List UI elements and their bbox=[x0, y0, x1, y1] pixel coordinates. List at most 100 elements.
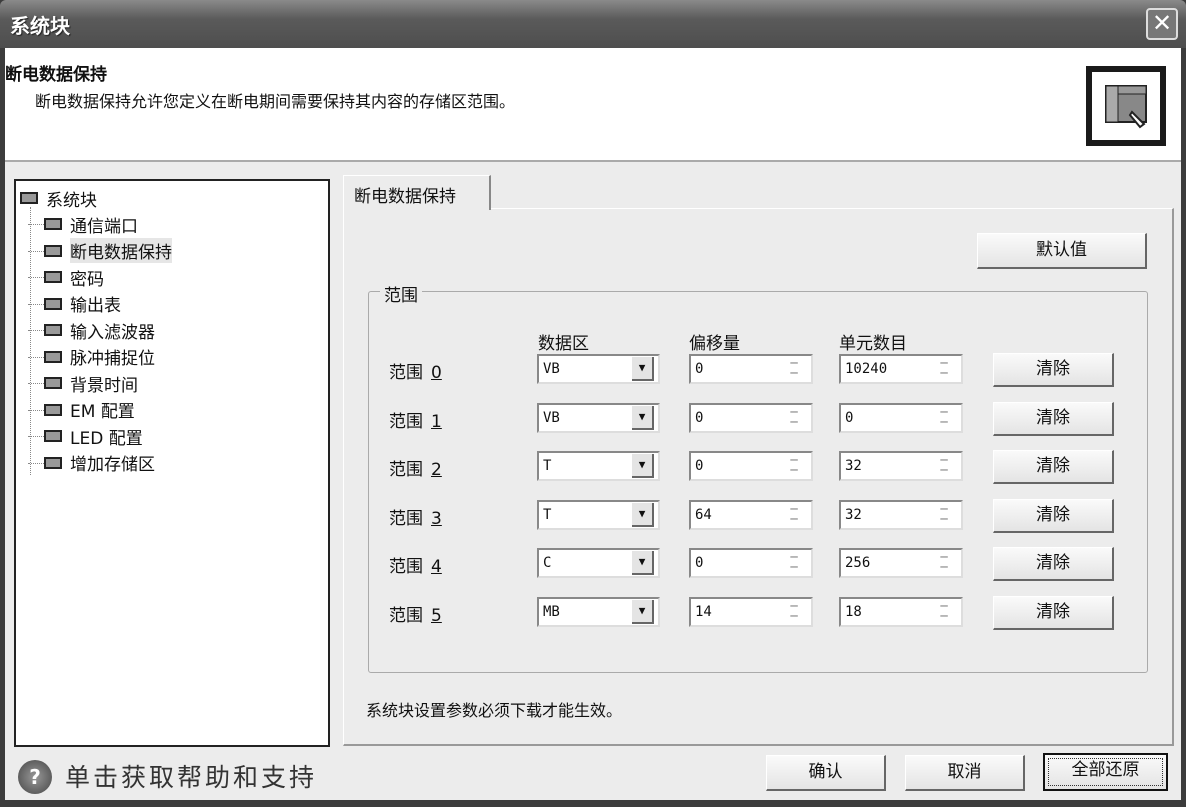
count-stepper[interactable]: 32 ─ ─ bbox=[839, 451, 963, 482]
tree-item[interactable]: 背景时间 bbox=[28, 370, 138, 396]
group-label: 范围 bbox=[380, 281, 422, 306]
spin-icon[interactable]: ─ ─ bbox=[781, 551, 807, 574]
data-area-select[interactable]: MB ▼ bbox=[537, 597, 660, 627]
tab-power-retention[interactable]: 断电数据保持 bbox=[343, 175, 491, 210]
data-area-select[interactable]: VB ▼ bbox=[537, 402, 660, 433]
chevron-down-icon[interactable]: ▼ bbox=[632, 454, 654, 479]
offset-stepper[interactable]: 0 ─ ─ bbox=[689, 402, 813, 433]
tree-item[interactable]: LED 配置 bbox=[28, 423, 143, 449]
range-label: 范围 4 bbox=[389, 557, 442, 578]
column-header-area: 数据区 bbox=[538, 334, 589, 354]
tree-root[interactable]: 系统块 bbox=[20, 185, 97, 211]
chevron-down-icon[interactable]: ▼ bbox=[632, 551, 654, 576]
module-icon bbox=[44, 456, 62, 469]
range-label: 范围 0 bbox=[389, 363, 442, 383]
module-icon bbox=[44, 244, 62, 257]
clear-button[interactable]: 清除 bbox=[993, 498, 1114, 533]
close-icon[interactable]: ✕ bbox=[1146, 8, 1178, 40]
tree-view[interactable]: 系统块 通信端口 断电数据保持密码输出表输入滤波器脉冲捕捉位背景时间 EM 配置 LE… bbox=[14, 179, 330, 747]
tree-item[interactable]: 密码 bbox=[28, 264, 104, 290]
clear-button[interactable]: 清除 bbox=[993, 547, 1114, 582]
spin-icon[interactable]: ─ ─ bbox=[931, 503, 957, 526]
column-header-offset: 偏移量 bbox=[689, 334, 740, 354]
column-header-count: 单元数目 bbox=[839, 334, 907, 354]
chevron-down-icon[interactable]: ▼ bbox=[632, 600, 654, 624]
offset-stepper[interactable]: 0 ─ ─ bbox=[689, 354, 813, 384]
tree-item-label: EM 配置 bbox=[70, 402, 135, 422]
clear-button[interactable]: 清除 bbox=[993, 450, 1114, 485]
page-description: 断电数据保持允许您定义在断电期间需要保持其内容的存储区范围。 bbox=[35, 92, 516, 111]
tree-item[interactable]: 脉冲捕捉位 bbox=[28, 344, 155, 370]
spin-icon[interactable]: ─ ─ bbox=[931, 454, 957, 477]
spin-icon[interactable]: ─ ─ bbox=[781, 454, 807, 477]
module-icon bbox=[44, 271, 62, 283]
module-icon bbox=[44, 403, 62, 416]
default-button[interactable]: 默认值 bbox=[977, 233, 1147, 269]
spin-icon[interactable]: ─ ─ bbox=[781, 600, 807, 623]
tree-item[interactable]: 断电数据保持 bbox=[28, 238, 172, 264]
tree-item[interactable]: 通信端口 bbox=[28, 211, 138, 237]
module-icon bbox=[44, 377, 62, 389]
module-icon bbox=[44, 297, 62, 310]
spin-icon[interactable]: ─ ─ bbox=[931, 357, 957, 380]
module-icon bbox=[44, 324, 62, 336]
tree-item-label: 背景时间 bbox=[70, 375, 138, 396]
spin-icon[interactable]: ─ ─ bbox=[931, 551, 957, 574]
data-area-select[interactable]: C ▼ bbox=[537, 548, 660, 579]
tree-item-label: 断电数据保持 bbox=[70, 238, 172, 263]
data-area-select[interactable]: VB ▼ bbox=[537, 354, 660, 384]
clear-button[interactable]: 清除 bbox=[993, 353, 1114, 387]
module-icon bbox=[44, 430, 62, 442]
tree-item-label: 通信端口 bbox=[70, 216, 138, 237]
spin-icon[interactable]: ─ ─ bbox=[781, 406, 807, 429]
data-area-select[interactable]: T ▼ bbox=[537, 451, 660, 482]
tree-item-label: 增加存储区 bbox=[70, 455, 155, 475]
count-stepper[interactable]: 0 ─ ─ bbox=[839, 402, 963, 433]
tree-item[interactable]: 输出表 bbox=[28, 291, 121, 317]
range-label: 范围 2 bbox=[389, 460, 442, 481]
range-label: 范围 5 bbox=[389, 606, 442, 626]
note-text: 系统块设置参数必须下载才能生效。 bbox=[366, 701, 623, 720]
clear-button[interactable]: 清除 bbox=[993, 401, 1114, 436]
page-title: 断电数据保持 bbox=[5, 65, 107, 85]
help-icon[interactable]: ? bbox=[18, 760, 52, 794]
count-stepper[interactable]: 10240 ─ ─ bbox=[839, 354, 963, 384]
spin-icon[interactable]: ─ ─ bbox=[931, 406, 957, 429]
dialog-body: 断电数据保持 断电数据保持允许您定义在断电期间需要保持其内容的存储区范围。 系统… bbox=[5, 48, 1181, 800]
tree-item-label: 密码 bbox=[70, 269, 104, 290]
data-area-select[interactable]: T ▼ bbox=[537, 499, 660, 530]
count-stepper[interactable]: 18 ─ ─ bbox=[839, 597, 963, 627]
module-icon bbox=[44, 218, 62, 230]
clear-button[interactable]: 清除 bbox=[993, 596, 1114, 630]
range-label: 范围 3 bbox=[389, 508, 442, 529]
title-bar: 系统块 ✕ bbox=[0, 0, 1186, 48]
count-stepper[interactable]: 256 ─ ─ bbox=[839, 548, 963, 579]
offset-stepper[interactable]: 0 ─ ─ bbox=[689, 451, 813, 482]
tab-panel: 默认值 范围 数据区 偏移量 单元数目 范围 0 VB ▼ 0 ─ ─ 10240 ─ ─ 清除 范围… bbox=[343, 208, 1174, 746]
window-title: 系统块 bbox=[10, 14, 70, 38]
tree-item[interactable]: 输入滤波器 bbox=[28, 317, 155, 343]
spin-icon[interactable]: ─ ─ bbox=[781, 357, 807, 380]
folder-icon bbox=[20, 192, 38, 204]
chevron-down-icon[interactable]: ▼ bbox=[632, 357, 654, 381]
tree-item-label: 输出表 bbox=[70, 296, 121, 316]
tree-item[interactable]: 增加存储区 bbox=[28, 450, 155, 476]
header: 断电数据保持 断电数据保持允许您定义在断电期间需要保持其内容的存储区范围。 bbox=[5, 48, 1181, 162]
spin-icon[interactable]: ─ ─ bbox=[931, 600, 957, 623]
chevron-down-icon[interactable]: ▼ bbox=[632, 502, 654, 527]
range-label: 范围 1 bbox=[389, 411, 442, 432]
offset-stepper[interactable]: 64 ─ ─ bbox=[689, 499, 813, 530]
count-stepper[interactable]: 32 ─ ─ bbox=[839, 499, 963, 530]
restore-all-button[interactable]: 全部还原 bbox=[1043, 753, 1168, 791]
chevron-down-icon[interactable]: ▼ bbox=[632, 405, 654, 430]
cancel-button[interactable]: 取消 bbox=[905, 755, 1025, 791]
tree-item[interactable]: EM 配置 bbox=[28, 397, 135, 423]
tree-item-label: 脉冲捕捉位 bbox=[70, 349, 155, 369]
tree-item-label: 输入滤波器 bbox=[70, 322, 155, 343]
ok-button[interactable]: 确认 bbox=[766, 755, 886, 791]
help-link[interactable]: 单击获取帮助和支持 bbox=[65, 758, 317, 794]
tree-item-label: LED 配置 bbox=[70, 428, 143, 449]
offset-stepper[interactable]: 14 ─ ─ bbox=[689, 597, 813, 627]
offset-stepper[interactable]: 0 ─ ─ bbox=[689, 548, 813, 579]
spin-icon[interactable]: ─ ─ bbox=[781, 503, 807, 526]
